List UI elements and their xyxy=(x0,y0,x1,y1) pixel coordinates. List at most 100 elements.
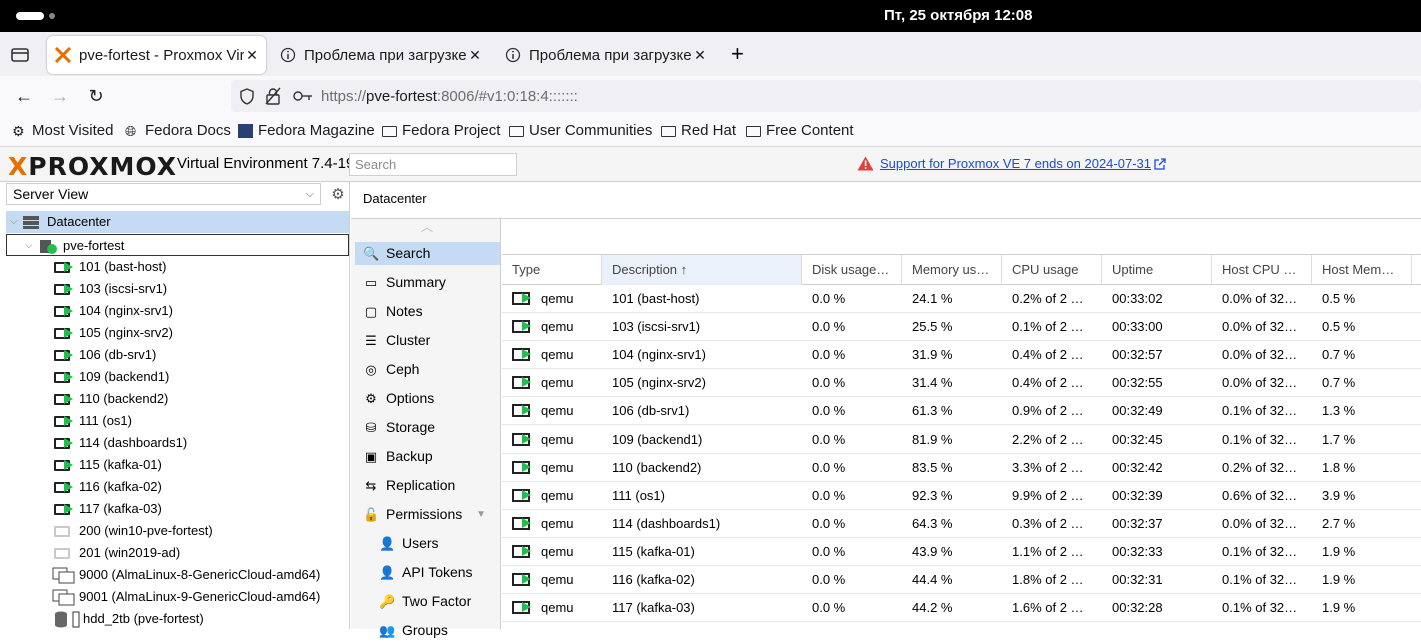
global-search-input[interactable] xyxy=(349,153,517,176)
table-row[interactable]: qemu 103 (iscsi-srv1) 0.0 % 25.5 % 0.1% of 2… xyxy=(502,313,1421,342)
bookmark-red-hat[interactable]: Red Hat xyxy=(661,122,736,139)
table-row[interactable]: qemu 117 (kafka-03) 0.0 % 44.2 % 1.6% of 2 …… xyxy=(502,594,1421,623)
menu-item-ceph[interactable]: ◎ Ceph xyxy=(355,358,500,381)
tab-problem-2[interactable]: Проблема при загрузке с ✕ xyxy=(497,36,714,74)
menu-item-permissions[interactable]: 🔓 Permissions ▼ xyxy=(355,503,500,526)
tree-item-label: 9001 (AlmaLinux-9-GenericCloud-amd64) xyxy=(79,589,321,604)
tree-item[interactable]: 103 (iscsi-srv1) xyxy=(6,278,349,300)
column-header[interactable]: Host CPU … xyxy=(1212,255,1312,285)
new-tab-button[interactable]: + xyxy=(731,43,744,65)
tree-item[interactable]: 109 (backend1) xyxy=(6,366,349,388)
tab-list-icon[interactable] xyxy=(10,46,30,64)
menu-item-api-tokens[interactable]: 👤 API Tokens xyxy=(355,561,500,584)
menu-item-groups[interactable]: 👥 Groups xyxy=(355,619,500,642)
close-tab-icon[interactable]: ✕ xyxy=(692,47,708,64)
insecure-lock-icon[interactable] xyxy=(265,87,281,105)
tree-item[interactable]: 9001 (AlmaLinux-9-GenericCloud-amd64) xyxy=(6,586,349,608)
support-notice[interactable]: Support for Proxmox VE 7 ends on 2024-07… xyxy=(857,156,1166,171)
column-header[interactable]: Type xyxy=(502,255,602,285)
shield-icon[interactable] xyxy=(239,88,255,105)
running-icon xyxy=(522,377,531,388)
column-header[interactable]: Disk usage… xyxy=(802,255,902,285)
menu-item-backup[interactable]: ▣ Backup xyxy=(355,445,500,468)
menu-item-cluster[interactable]: ☰ Cluster xyxy=(355,329,500,352)
table-cell: 92.3 % xyxy=(912,487,953,503)
collapse-icon[interactable]: ⌵ xyxy=(25,235,33,257)
scroll-up-icon[interactable]: ︿ xyxy=(421,221,435,233)
tree-item[interactable]: 111 (os1) xyxy=(6,410,349,432)
column-header[interactable]: Memory us… xyxy=(902,255,1002,285)
workspace-indicator[interactable] xyxy=(49,13,55,19)
bookmark-most-visited[interactable]: ⚙ Most Visited xyxy=(12,122,113,139)
table-row[interactable]: qemu 109 (backend1) 0.0 % 81.9 % 2.2% of 2 …… xyxy=(502,426,1421,454)
menu-item-notes[interactable]: ▢ Notes xyxy=(355,300,500,323)
column-header[interactable]: Uptime xyxy=(1102,255,1212,285)
url-text[interactable]: https://pve-fortest:8006/#v1:0:18:4:::::… xyxy=(321,88,578,105)
key-icon[interactable] xyxy=(293,90,313,102)
server-view-select[interactable]: Server View ⌵ xyxy=(6,183,321,205)
table-row[interactable]: qemu 106 (db-srv1) 0.0 % 61.3 % 0.9% of 2 … 0… xyxy=(502,397,1421,426)
column-header[interactable]: Description ↑ xyxy=(602,255,802,285)
table-row[interactable]: qemu 114 (dashboards1) 0.0 % 64.3 % 0.3% of … xyxy=(502,510,1421,538)
bookmark-free-content[interactable]: Free Content xyxy=(746,122,854,139)
gear-icon[interactable]: ⚙ xyxy=(328,185,348,205)
tree-item[interactable]: hdd_2tb (pve-fortest) xyxy=(6,608,349,630)
bookmark-fedora-project[interactable]: Fedora Project xyxy=(382,122,500,139)
tab-proxmox[interactable]: pve-fortest - Proxmox Virtual Environmen… xyxy=(47,36,266,74)
table-cell: 104 (nginx-srv1) xyxy=(612,347,706,363)
unlock-icon: 🔓 xyxy=(363,507,380,522)
forward-arrow-icon[interactable]: → xyxy=(50,86,70,106)
proxmox-logo[interactable]: XPROXMOX xyxy=(8,152,177,181)
table-row[interactable]: qemu 111 (os1) 0.0 % 92.3 % 9.9% of 2 … 00:32… xyxy=(502,482,1421,510)
tree-item[interactable]: 200 (win10-pve-fortest) xyxy=(6,520,349,542)
tab-problem-1[interactable]: Проблема при загрузке с ✕ xyxy=(272,36,489,74)
tree-item[interactable]: 101 (bast-host) xyxy=(6,256,349,278)
bookmark-fedora-docs[interactable]: 🌐︎ Fedora Docs xyxy=(125,122,231,139)
table-cell: 0.0% of 32… xyxy=(1222,347,1298,363)
bookmark-user-communities[interactable]: User Communities xyxy=(509,122,652,139)
tree-item[interactable]: 115 (kafka-01) xyxy=(6,454,349,476)
menu-item-search[interactable]: 🔍 Search xyxy=(355,242,500,265)
table-row[interactable]: qemu 110 (backend2) 0.0 % 83.5 % 3.3% of 2 …… xyxy=(502,454,1421,482)
tree-item[interactable]: 114 (dashboards1) xyxy=(6,432,349,454)
table-row[interactable]: qemu 101 (bast-host) 0.0 % 24.1 % 0.2% of 2 … xyxy=(502,285,1421,313)
menu-item-users[interactable]: 👤 Users xyxy=(355,532,500,555)
tree-node-pve-fortest[interactable]: ⌵ pve-fortest xyxy=(6,234,349,256)
collapse-icon[interactable]: ⌵ xyxy=(10,211,18,233)
bookmark-fedora-magazine[interactable]: Fedora Magazine xyxy=(238,122,375,139)
column-header[interactable]: Host Mem… xyxy=(1312,255,1412,285)
running-icon xyxy=(522,321,531,332)
column-header[interactable]: CPU usage xyxy=(1002,255,1102,285)
running-icon xyxy=(64,372,73,382)
menu-item-summary[interactable]: ▭ Summary xyxy=(355,271,500,294)
tree-item[interactable]: 116 (kafka-02) xyxy=(6,476,349,498)
menu-item-options[interactable]: ⚙ Options xyxy=(355,387,500,410)
menu-item-storage[interactable]: ⛁ Storage xyxy=(355,416,500,439)
table-cell: 44.4 % xyxy=(912,572,953,587)
tree-item[interactable]: 105 (nginx-srv2) xyxy=(6,322,349,344)
tree-item[interactable]: 104 (nginx-srv1) xyxy=(6,300,349,322)
table-row[interactable]: qemu 104 (nginx-srv1) 0.0 % 31.9 % 0.4% of 2… xyxy=(502,341,1421,370)
table-row[interactable]: qemu 116 (kafka-02) 0.0 % 44.4 % 1.8% of 2 …… xyxy=(502,566,1421,594)
support-link[interactable]: Support for Proxmox VE 7 ends on 2024-07… xyxy=(880,156,1151,171)
tree-datacenter[interactable]: ⌵ Datacenter xyxy=(6,211,349,233)
close-tab-icon[interactable]: ✕ xyxy=(244,47,260,64)
table-cell: 109 (backend1) xyxy=(612,431,703,447)
menu-item-replication[interactable]: ⇆ Replication xyxy=(355,474,500,497)
tree-item[interactable]: 117 (kafka-03) xyxy=(6,498,349,520)
back-arrow-icon[interactable]: ← xyxy=(14,86,34,106)
tree-item[interactable]: 201 (win2019-ad) xyxy=(6,542,349,564)
tree-item[interactable]: 110 (backend2) xyxy=(6,388,349,410)
tree-item[interactable]: 106 (db-srv1) xyxy=(6,344,349,366)
close-tab-icon[interactable]: ✕ xyxy=(467,47,483,64)
activities-button[interactable] xyxy=(16,12,44,20)
menu-item-two-factor[interactable]: 🔑 Two Factor xyxy=(355,590,500,613)
reload-icon[interactable]: ↻ xyxy=(86,86,106,106)
tree-item[interactable]: 9000 (AlmaLinux-8-GenericCloud-amd64) xyxy=(6,564,349,586)
table-row[interactable]: qemu 115 (kafka-01) 0.0 % 43.9 % 1.1% of 2 …… xyxy=(502,538,1421,566)
expand-icon[interactable]: ▼ xyxy=(476,503,486,526)
table-row[interactable]: qemu 105 (nginx-srv2) 0.0 % 31.4 % 0.4% of 2… xyxy=(502,369,1421,398)
clock[interactable]: Пт, 25 октября 12:08 xyxy=(884,7,1032,24)
table-cell: 0.1% of 32… xyxy=(1222,600,1298,616)
storage-icon xyxy=(54,611,82,628)
